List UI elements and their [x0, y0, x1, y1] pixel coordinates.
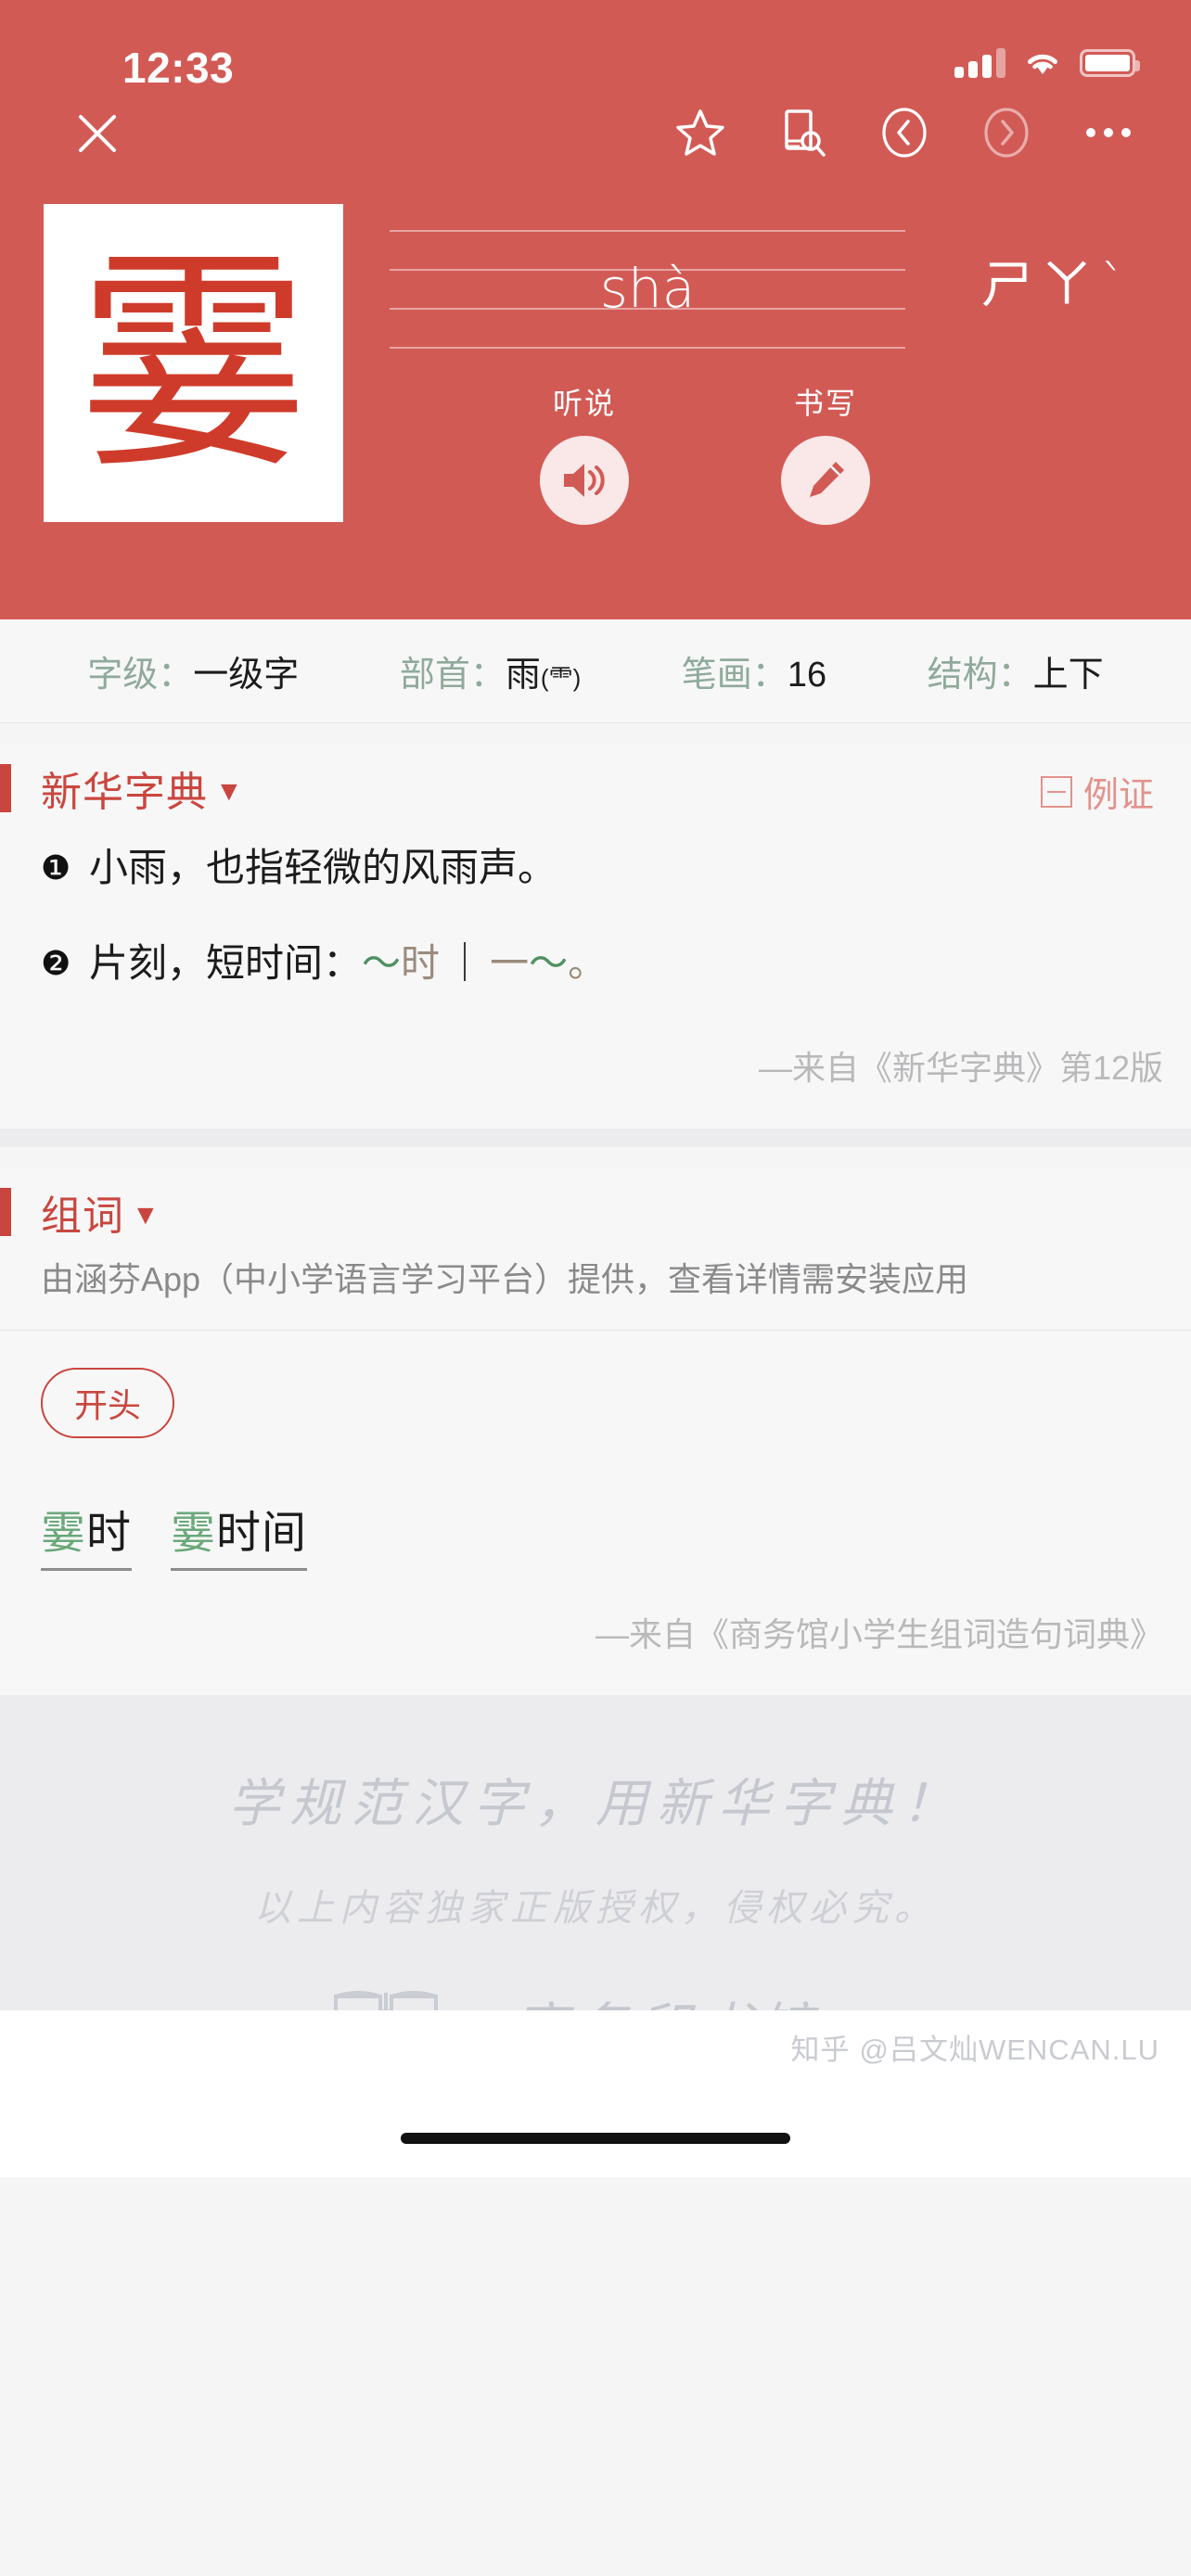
zuci-word-list: 霎时 霎时间	[0, 1455, 1191, 1599]
zuci-word-rest: 时	[86, 1508, 133, 1558]
definition-item: ❶ 小雨，也指轻微的风雨声。	[41, 842, 1150, 895]
example-end: 。	[568, 940, 608, 985]
info-structure: 结构：上下	[928, 645, 1104, 696]
zuci-word-head: 霎	[41, 1508, 87, 1558]
zuci-word-rest: 时间	[216, 1508, 308, 1558]
info-radical: 部首：雨(⻗)	[400, 645, 581, 696]
xinhua-citation: —来自《新华字典》第12版	[758, 1049, 1163, 1088]
zuci-section: 组词 ▼ 由涵芬App（中小学语言学习平台）提供，查看详情需安装应用 开头 霎时…	[0, 1167, 1191, 1695]
zuci-section-header: 组词 ▼	[0, 1167, 1191, 1256]
example-separator: ｜	[445, 940, 485, 985]
zuci-word-head: 霎	[171, 1508, 217, 1558]
example-tilde: ～	[362, 940, 402, 985]
pinyin-guide: shà	[390, 230, 905, 351]
zuci-filter-tag-start[interactable]: 开头	[41, 1367, 175, 1438]
info-grade: 字级：一级字	[87, 645, 299, 696]
watermark-platform: 知乎	[790, 2033, 851, 2066]
pinyin-text: shà	[599, 257, 696, 320]
app-header: 12:33 霎 shà ㄕㄚˋ 听说 书写	[0, 0, 1191, 619]
write-action[interactable]: 书写	[761, 380, 890, 525]
zuci-word-item[interactable]: 霎时间	[171, 1496, 308, 1571]
character-info-bar: 字级：一级字 部首：雨(⻗) 笔画：16 结构：上下	[0, 619, 1191, 723]
example-toggle[interactable]: 例证	[1040, 766, 1154, 817]
signal-bars-icon	[954, 48, 1005, 78]
write-label: 书写	[793, 387, 857, 420]
speaker-icon[interactable]	[540, 436, 629, 525]
xinhua-section-header: 新华字典 ▼ 例证	[0, 744, 1191, 833]
status-bar: 12:33	[0, 0, 1191, 93]
zuci-word-item[interactable]: 霎时	[41, 1496, 133, 1571]
info-strokes-label: 笔画：	[681, 656, 788, 695]
character-card: 霎 shà ㄕㄚˋ 听说 书写	[0, 195, 1191, 584]
example-char: 一	[490, 940, 530, 985]
zhihu-watermark: 知乎 @吕文灿WENCAN.LU	[791, 2026, 1159, 2068]
battery-icon	[1080, 49, 1140, 77]
chevron-down-icon[interactable]: ▼	[215, 778, 243, 806]
info-strokes: 笔画：16	[682, 645, 826, 696]
definition-number: ❶	[41, 848, 71, 886]
watermark-user: @吕文灿WENCAN.LU	[859, 2033, 1159, 2066]
navigation-toolbar	[0, 93, 1191, 195]
chevron-left-circle-icon[interactable]	[877, 106, 931, 159]
zuci-citation: —来自《商务馆小学生组词造句词典》	[595, 1614, 1163, 1653]
zhuyin-text: ㄕㄚˋ	[981, 255, 1133, 315]
xinhua-dictionary-section: 新华字典 ▼ 例证 ❶ 小雨，也指轻微的风雨声。 ❷ 片刻，短时间：～时｜一～。…	[0, 744, 1191, 1129]
definition-list: ❶ 小雨，也指轻微的风雨声。 ❷ 片刻，短时间：～时｜一～。	[0, 833, 1191, 989]
xinhua-section-title[interactable]: 新华字典	[41, 759, 208, 818]
info-grade-label: 字级：	[87, 656, 194, 695]
footer-copyright: 以上内容独家正版授权，侵权必究。	[254, 1886, 937, 1930]
close-icon[interactable]	[70, 106, 125, 161]
section-accent-bar	[0, 1188, 11, 1237]
footer-slogan: 学规范汉字，用新华字典！	[228, 1773, 963, 1834]
chevron-right-circle-icon[interactable]	[980, 106, 1033, 159]
info-strokes-value: 16	[787, 656, 827, 695]
zuci-section-title[interactable]: 组词	[41, 1182, 124, 1242]
definition-lead: 片刻，短时间：	[89, 940, 363, 985]
more-dots-icon[interactable]	[1082, 128, 1135, 137]
info-structure-label: 结构：	[927, 656, 1033, 695]
zuci-provider-note: 由涵芬App（中小学语言学习平台）提供，查看详情需安装应用	[41, 1260, 969, 1299]
example-char: 时	[401, 940, 441, 985]
definition-text: 片刻，短时间：～时｜一～。	[89, 937, 1150, 990]
guide-line	[390, 230, 905, 232]
home-indicator[interactable]	[401, 2132, 790, 2144]
status-indicators	[954, 48, 1140, 78]
info-grade-value: 一级字	[193, 656, 300, 695]
listen-action[interactable]: 听说	[519, 380, 649, 525]
definition-item: ❷ 片刻，短时间：～时｜一～。	[41, 937, 1150, 990]
zuci-filter-row: 开头	[0, 1331, 1191, 1455]
character-glyph-box[interactable]: 霎	[44, 204, 343, 522]
definition-number: ❷	[41, 943, 71, 982]
chevron-down-icon[interactable]: ▼	[132, 1202, 160, 1230]
info-radical-label: 部首：	[399, 656, 506, 695]
guide-line	[390, 347, 905, 349]
page-footer: 学规范汉字，用新华字典！ 以上内容独家正版授权，侵权必究。 创于1897 商务印…	[0, 1694, 1191, 2177]
wifi-icon	[1024, 49, 1061, 77]
example-toggle-label: 例证	[1082, 776, 1154, 815]
collapse-box-icon	[1040, 775, 1072, 808]
info-radical-value: 雨	[505, 656, 541, 695]
info-structure-value: 上下	[1032, 656, 1104, 695]
example-tilde: ～	[529, 940, 569, 985]
definition-text: 小雨，也指轻微的风雨声。	[89, 846, 557, 889]
pencil-icon[interactable]	[781, 436, 870, 525]
status-clock: 12:33	[122, 44, 235, 92]
star-icon[interactable]	[673, 106, 727, 159]
section-divider	[0, 1129, 1191, 1148]
character-glyph: 霎	[77, 227, 310, 498]
listen-label: 听说	[552, 387, 616, 420]
book-search-icon[interactable]	[775, 106, 829, 159]
section-accent-bar	[0, 764, 11, 812]
character-actions: 听说 书写	[519, 380, 890, 525]
info-radical-variant: (⻗)	[540, 664, 582, 692]
